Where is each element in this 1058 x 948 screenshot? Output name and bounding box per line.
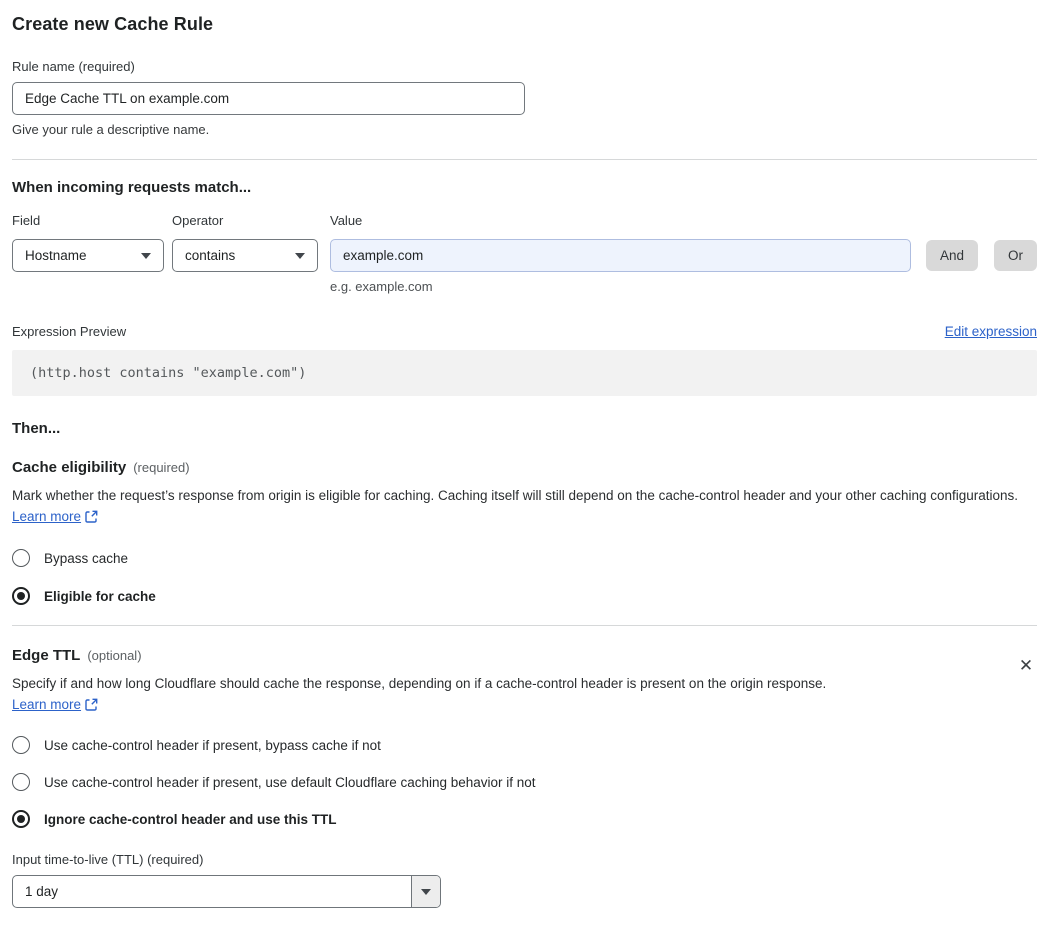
ttl-select-value: 1 day [25, 884, 59, 899]
radio-icon[interactable] [12, 736, 30, 754]
radio-icon[interactable] [12, 549, 30, 567]
rule-name-help: Give your rule a descriptive name. [12, 122, 210, 137]
field-select-value: Hostname [25, 248, 87, 263]
radio-icon[interactable] [12, 773, 30, 791]
close-icon[interactable]: ✕ [1015, 655, 1037, 677]
radio-option-ignore-header-use-ttl[interactable]: Ignore cache-control header and use this… [12, 810, 1037, 828]
match-controls-row: Hostname contains And Or [12, 239, 1037, 272]
cache-eligibility-description: Mark whether the request’s response from… [12, 485, 1022, 529]
ttl-input-group: Input time-to-live (TTL) (required) 1 da… [12, 852, 1037, 908]
match-labels-row: Field Operator Value [12, 213, 1037, 228]
value-hint: e.g. example.com [330, 279, 433, 294]
rule-name-input[interactable] [12, 82, 525, 115]
learn-more-link[interactable]: Learn more [12, 697, 81, 712]
chevron-down-icon [295, 252, 305, 259]
ttl-select-arrow-button[interactable] [411, 876, 440, 907]
divider [12, 625, 1037, 626]
edge-ttl-description-text: Specify if and how long Cloudflare shoul… [12, 676, 827, 691]
edit-expression-link[interactable]: Edit expression [945, 324, 1037, 339]
page-title: Create new Cache Rule [12, 14, 214, 34]
radio-option-bypass-cache[interactable]: Bypass cache [12, 549, 1037, 567]
radio-icon[interactable] [12, 587, 30, 605]
create-cache-rule-form: Create new Cache Rule Rule name (require… [0, 0, 1058, 948]
then-heading: Then... [12, 420, 61, 437]
rule-name-group: Rule name (required) Give your rule a de… [12, 59, 1037, 137]
ttl-input-label: Input time-to-live (TTL) (required) [12, 852, 204, 867]
expression-code-box: (http.host contains "example.com") [12, 350, 1037, 396]
learn-more-link[interactable]: Learn more [12, 509, 81, 524]
radio-label: Use cache-control header if present, use… [44, 774, 536, 790]
chevron-down-icon [421, 888, 431, 895]
edge-ttl-section: ✕ Edge TTL (optional) Specify if and how… [12, 647, 1037, 908]
chevron-down-icon [141, 252, 151, 259]
expression-preview-label: Expression Preview [12, 324, 127, 339]
expression-preview-row: Expression Preview Edit expression [12, 324, 1037, 339]
radio-label: Ignore cache-control header and use this… [44, 811, 337, 827]
radio-label: Bypass cache [44, 550, 129, 566]
external-link-icon [85, 696, 98, 717]
radio-option-use-header-bypass[interactable]: Use cache-control header if present, byp… [12, 736, 1037, 754]
operator-select-value: contains [185, 248, 236, 263]
radio-icon[interactable] [12, 810, 30, 828]
radio-label: Eligible for cache [44, 588, 156, 604]
radio-label: Use cache-control header if present, byp… [44, 737, 381, 753]
match-section-heading: When incoming requests match... [12, 179, 252, 196]
and-button[interactable]: And [925, 240, 978, 271]
value-input[interactable] [330, 239, 911, 272]
rule-name-label: Rule name (required) [12, 59, 135, 74]
value-label: Value [330, 213, 363, 228]
operator-label: Operator [172, 213, 224, 228]
operator-select[interactable]: contains [172, 239, 318, 272]
radio-option-use-header-default[interactable]: Use cache-control header if present, use… [12, 773, 1037, 791]
divider [12, 159, 1037, 160]
cache-eligibility-heading: Cache eligibility [12, 459, 127, 476]
ttl-select[interactable]: 1 day [12, 875, 441, 908]
edge-ttl-heading: Edge TTL [12, 647, 81, 664]
or-button[interactable]: Or [994, 240, 1037, 271]
cache-eligibility-section: Cache eligibility (required) Mark whethe… [12, 459, 1037, 605]
cache-eligibility-qualifier: (required) [133, 460, 190, 475]
cache-eligibility-description-text: Mark whether the request’s response from… [12, 488, 1019, 503]
radio-option-eligible-for-cache[interactable]: Eligible for cache [12, 587, 1037, 605]
external-link-icon [85, 508, 98, 529]
edge-ttl-description: Specify if and how long Cloudflare shoul… [12, 673, 862, 717]
field-label: Field [12, 213, 41, 228]
field-select[interactable]: Hostname [12, 239, 164, 272]
edge-ttl-qualifier: (optional) [87, 648, 142, 663]
